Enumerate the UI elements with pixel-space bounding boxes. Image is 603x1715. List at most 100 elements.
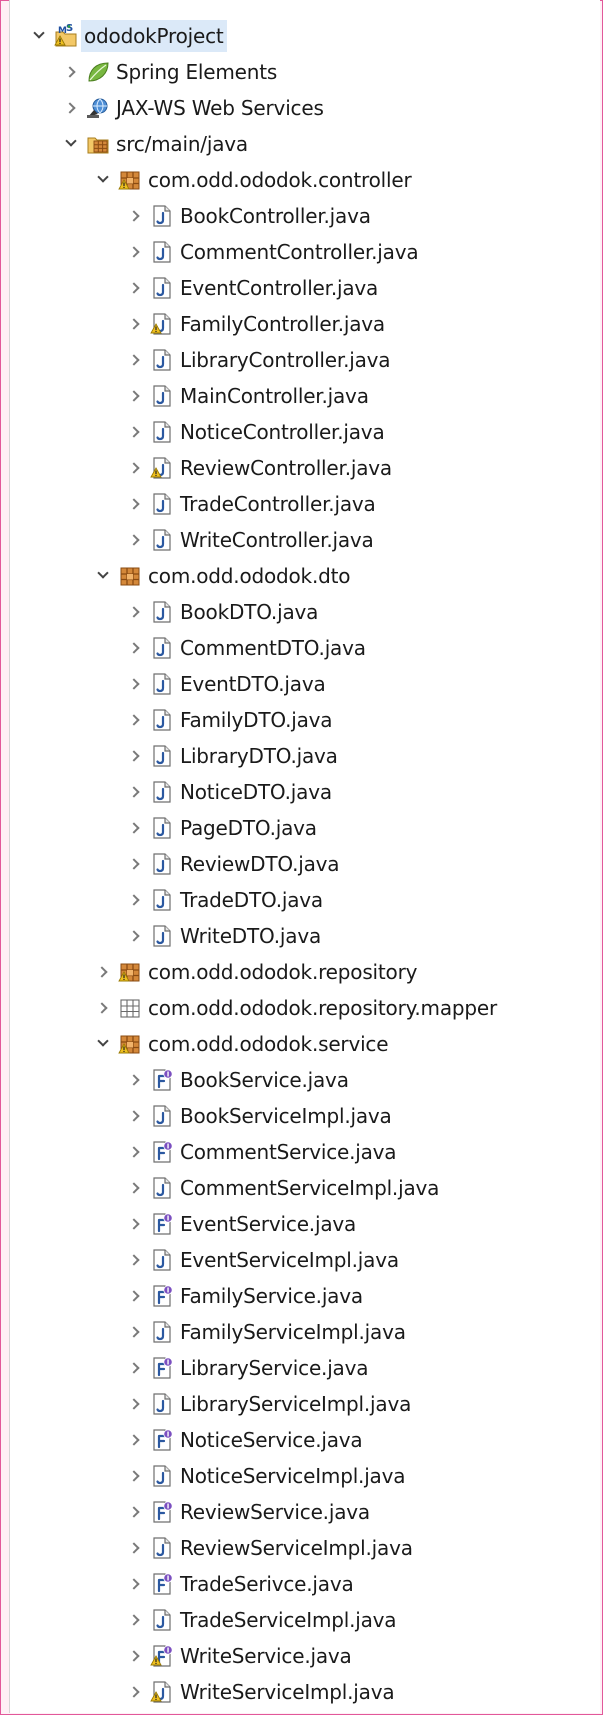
tree-item-file[interactable]: CommentService.java [10,1134,600,1170]
tree-item-file[interactable]: LibraryServiceImpl.java [10,1386,600,1422]
tree-item-file[interactable]: TradeSerivce.java [10,1566,600,1602]
chevron-down-icon[interactable] [94,558,110,594]
tree-item-file[interactable]: MainController.java [10,378,600,414]
tree-item-file[interactable]: BookController.java [10,198,600,234]
chevron-right-icon[interactable] [126,1602,142,1638]
chevron-right-icon[interactable] [126,1494,142,1530]
tree-item-src-main-java[interactable]: src/main/java [10,126,600,162]
tree-item-file[interactable]: NoticeController.java [10,414,600,450]
tree-item-label: CommentDTO.java [180,636,366,660]
tree-item-file[interactable]: PageDTO.java [10,810,600,846]
chevron-right-icon[interactable] [126,630,142,666]
chevron-right-icon[interactable] [126,306,142,342]
tree-item-file[interactable]: WriteDTO.java [10,918,600,954]
tree-item-file[interactable]: EventService.java [10,1206,600,1242]
tree-item-file[interactable]: FamilyDTO.java [10,702,600,738]
tree-item-file[interactable]: BookDTO.java [10,594,600,630]
tree-item-file[interactable]: ReviewDTO.java [10,846,600,882]
java-class-icon [150,780,174,804]
tree-item-file[interactable]: EventController.java [10,270,600,306]
chevron-right-icon[interactable] [126,1170,142,1206]
tree-item-jaxws[interactable]: JAX-WS Web Services [10,90,600,126]
chevron-right-icon[interactable] [94,954,110,990]
chevron-right-icon[interactable] [126,1242,142,1278]
chevron-right-icon[interactable] [62,54,78,90]
tree-item-file[interactable]: ReviewService.java [10,1494,600,1530]
chevron-right-icon[interactable] [62,90,78,126]
tree-item-file[interactable]: TradeController.java [10,486,600,522]
chevron-right-icon[interactable] [126,810,142,846]
tree-item-label: TradeSerivce.java [180,1572,354,1596]
tree-item-package-controller[interactable]: com.odd.ododok.controller [10,162,600,198]
tree-item-file[interactable]: CommentDTO.java [10,630,600,666]
chevron-right-icon[interactable] [126,234,142,270]
chevron-right-icon[interactable] [126,846,142,882]
chevron-right-icon[interactable] [126,666,142,702]
chevron-right-icon[interactable] [126,1098,142,1134]
tree-item-file[interactable]: BookServiceImpl.java [10,1098,600,1134]
tree-item-file[interactable]: CommentServiceImpl.java [10,1170,600,1206]
java-class-icon [150,636,174,660]
tree-item-file[interactable]: WriteController.java [10,522,600,558]
tree-item-file[interactable]: EventDTO.java [10,666,600,702]
chevron-right-icon[interactable] [126,918,142,954]
package-warning-icon [118,960,142,984]
chevron-down-icon[interactable] [94,1026,110,1062]
tree-item-package-repository[interactable]: com.odd.ododok.repository [10,954,600,990]
tree-item-label: MainController.java [180,384,369,408]
tree-item-file[interactable]: NoticeDTO.java [10,774,600,810]
chevron-right-icon[interactable] [126,1350,142,1386]
tree-item-file[interactable]: LibraryController.java [10,342,600,378]
tree-item-file[interactable]: FamilyController.java [10,306,600,342]
chevron-right-icon[interactable] [126,1206,142,1242]
chevron-right-icon[interactable] [126,1458,142,1494]
tree-item-package-dto[interactable]: com.odd.ododok.dto [10,558,600,594]
tree-item-file[interactable]: ReviewController.java [10,450,600,486]
chevron-right-icon[interactable] [126,702,142,738]
tree-item-file[interactable]: NoticeServiceImpl.java [10,1458,600,1494]
chevron-right-icon[interactable] [126,450,142,486]
chevron-right-icon[interactable] [126,1638,142,1674]
tree-item-file[interactable]: FamilyServiceImpl.java [10,1314,600,1350]
chevron-right-icon[interactable] [126,342,142,378]
chevron-right-icon[interactable] [126,882,142,918]
tree-item-file[interactable]: TradeDTO.java [10,882,600,918]
chevron-right-icon[interactable] [126,378,142,414]
tree-item-file[interactable]: TradeServiceImpl.java [10,1602,600,1638]
chevron-right-icon[interactable] [126,774,142,810]
tree-item-file[interactable]: BookService.java [10,1062,600,1098]
chevron-right-icon[interactable] [126,1278,142,1314]
tree-item-spring-elements[interactable]: Spring Elements [10,54,600,90]
java-class-icon [150,888,174,912]
chevron-right-icon[interactable] [126,270,142,306]
tree-item-package-mapper[interactable]: com.odd.ododok.repository.mapper [10,990,600,1026]
chevron-right-icon[interactable] [126,1314,142,1350]
chevron-right-icon[interactable] [126,1134,142,1170]
chevron-right-icon[interactable] [126,486,142,522]
tree-item-file[interactable]: NoticeService.java [10,1422,600,1458]
chevron-down-icon[interactable] [94,162,110,198]
chevron-right-icon[interactable] [126,1422,142,1458]
chevron-right-icon[interactable] [126,738,142,774]
tree-item-file[interactable]: LibraryDTO.java [10,738,600,774]
chevron-right-icon[interactable] [126,1386,142,1422]
tree-item-project[interactable]: ododokProject [10,18,600,54]
chevron-down-icon[interactable] [62,126,78,162]
tree-item-file[interactable]: WriteService.java [10,1638,600,1674]
chevron-right-icon[interactable] [126,522,142,558]
chevron-right-icon[interactable] [126,1062,142,1098]
tree-item-file[interactable]: FamilyService.java [10,1278,600,1314]
tree-item-package-service[interactable]: com.odd.ododok.service [10,1026,600,1062]
tree-item-file[interactable]: LibraryService.java [10,1350,600,1386]
java-class-icon [150,1176,174,1200]
tree-item-file[interactable]: CommentController.java [10,234,600,270]
chevron-down-icon[interactable] [30,18,46,54]
chevron-right-icon[interactable] [126,414,142,450]
chevron-right-icon[interactable] [126,198,142,234]
chevron-right-icon[interactable] [126,1566,142,1602]
chevron-right-icon[interactable] [94,990,110,1026]
chevron-right-icon[interactable] [126,594,142,630]
chevron-right-icon[interactable] [126,1530,142,1566]
tree-item-file[interactable]: ReviewServiceImpl.java [10,1530,600,1566]
tree-item-file[interactable]: EventServiceImpl.java [10,1242,600,1278]
